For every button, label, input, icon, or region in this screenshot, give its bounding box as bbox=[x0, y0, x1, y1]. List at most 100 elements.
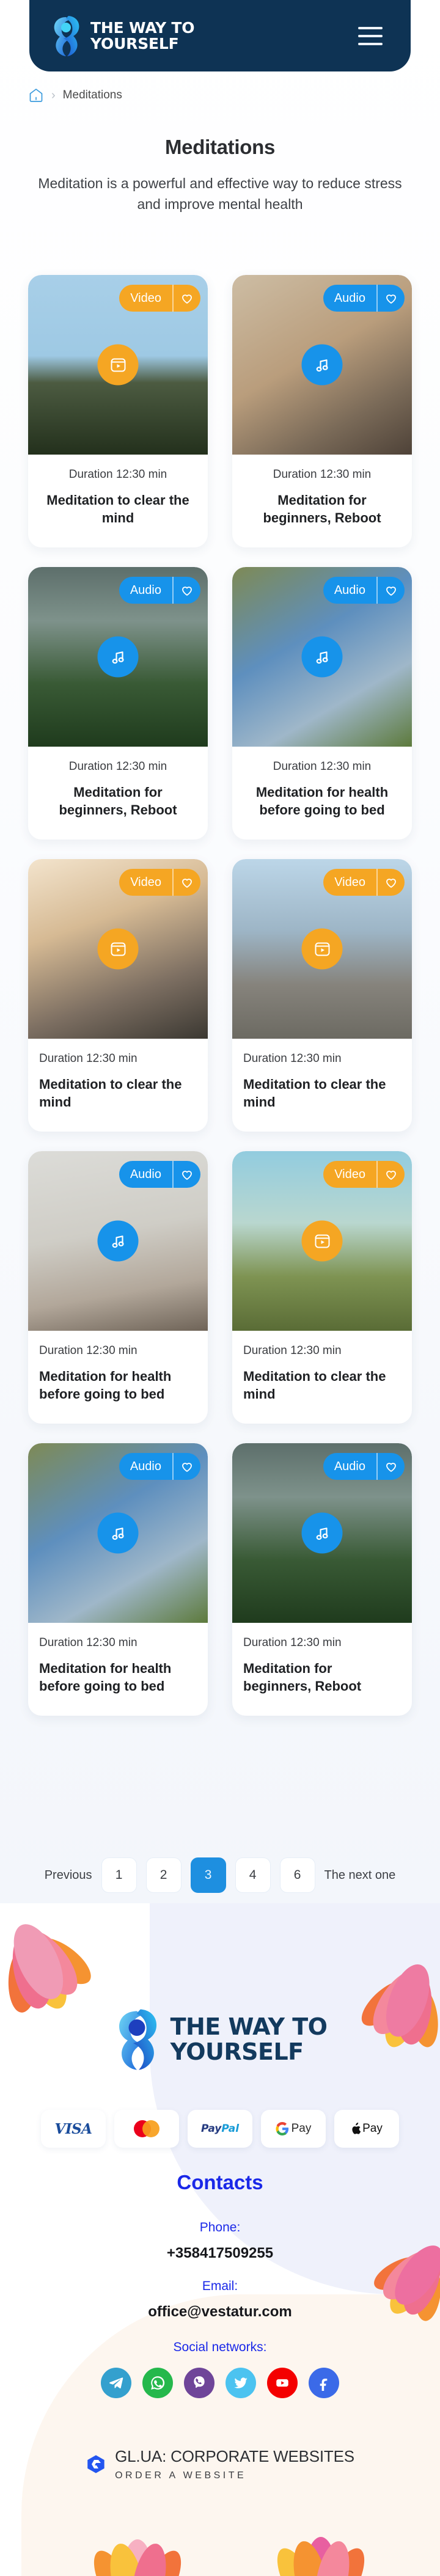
card-media[interactable]: Video bbox=[28, 275, 208, 455]
meditation-card[interactable]: Video Duration 12:30 min Meditation to cle… bbox=[232, 1151, 412, 1424]
footer-brand-line-2: YOURSELF bbox=[170, 2038, 304, 2065]
card-media[interactable]: Video bbox=[232, 859, 412, 1039]
video-play-icon[interactable] bbox=[301, 928, 343, 970]
page-title: Meditations bbox=[164, 136, 276, 158]
favorite-heart-icon[interactable] bbox=[172, 1161, 200, 1188]
pagination-page-1[interactable]: 1 bbox=[101, 1857, 137, 1893]
site-header: THE WAY TO YOURSELF bbox=[29, 0, 411, 71]
visa-icon: VISA bbox=[54, 2120, 92, 2137]
breadcrumb-separator-icon: › bbox=[51, 88, 56, 102]
favorite-heart-icon[interactable] bbox=[172, 1453, 200, 1480]
meditation-card[interactable]: Audio Duration 12:30 min Meditation for be… bbox=[28, 567, 208, 840]
video-play-icon[interactable] bbox=[301, 1220, 343, 1262]
pagination-next[interactable]: The next one bbox=[324, 1868, 396, 1883]
pagination-page-2[interactable]: 2 bbox=[145, 1857, 182, 1893]
telegram-icon[interactable] bbox=[101, 2368, 131, 2398]
viber-icon[interactable] bbox=[184, 2368, 215, 2398]
card-duration: Duration 12:30 min bbox=[273, 468, 372, 481]
favorite-heart-icon[interactable] bbox=[376, 1161, 405, 1188]
card-badge: Audio bbox=[323, 1453, 405, 1480]
card-badge-label: Video bbox=[323, 869, 376, 896]
music-note-icon[interactable] bbox=[97, 1512, 139, 1554]
credit-text: GL.UA: CORPORATE WEBSITES ORDER A WEBSIT… bbox=[115, 2447, 354, 2481]
meditation-card[interactable]: Video Duration 12:30 min Meditation to cle… bbox=[28, 275, 208, 547]
apple-icon bbox=[352, 2123, 361, 2134]
meditation-card[interactable]: Audio Duration 12:30 min Meditation for be… bbox=[232, 1443, 412, 1716]
video-play-icon[interactable] bbox=[97, 928, 139, 970]
music-note-icon[interactable] bbox=[301, 344, 343, 386]
card-badge-label: Audio bbox=[119, 1161, 172, 1188]
card-media[interactable]: Audio bbox=[232, 275, 412, 455]
breadcrumb-current: Meditations bbox=[62, 89, 122, 101]
card-badge-label: Audio bbox=[323, 1453, 376, 1480]
card-row: Audio Duration 12:30 min Meditation for he… bbox=[0, 1443, 440, 1716]
card-media[interactable]: Audio bbox=[28, 1443, 208, 1623]
site-credit[interactable]: GL.UA: CORPORATE WEBSITES ORDER A WEBSIT… bbox=[0, 2447, 440, 2481]
meditation-card[interactable]: Audio Duration 12:30 min Meditation for he… bbox=[28, 1443, 208, 1716]
music-note-icon[interactable] bbox=[301, 636, 343, 678]
card-badge: Video bbox=[323, 1161, 405, 1188]
card-body: Duration 12:30 min Meditation to clear th… bbox=[232, 1039, 412, 1132]
hamburger-icon[interactable] bbox=[358, 26, 383, 45]
email-value[interactable]: office@vestatur.com bbox=[0, 2303, 440, 2321]
card-media[interactable]: Audio bbox=[28, 567, 208, 747]
card-title: Meditation for beginners, Reboot bbox=[59, 785, 177, 818]
hamburger-bar-2 bbox=[358, 34, 383, 37]
payment-methods: VISA PayPal Pay Pay bbox=[0, 2110, 440, 2148]
hamburger-bar-1 bbox=[358, 26, 383, 29]
youtube-icon[interactable] bbox=[267, 2368, 298, 2398]
meditation-card[interactable]: Audio Duration 12:30 min Meditation for he… bbox=[232, 567, 412, 840]
card-media[interactable]: Video bbox=[232, 1151, 412, 1331]
gl-logo-icon bbox=[87, 2455, 105, 2473]
favorite-heart-icon[interactable] bbox=[376, 1453, 405, 1480]
brand-line-1: THE WAY TO bbox=[90, 18, 195, 37]
card-title: Meditation to clear the mind bbox=[46, 492, 189, 525]
favorite-heart-icon[interactable] bbox=[376, 869, 405, 896]
payment-applepay: Pay bbox=[334, 2110, 399, 2148]
card-body: Duration 12:30 min Meditation for beginne… bbox=[232, 455, 412, 547]
meditation-card[interactable]: Video Duration 12:30 min Meditation to cle… bbox=[28, 859, 208, 1132]
footer-logo[interactable]: THE WAY TO YOURSELF bbox=[0, 2007, 440, 2072]
favorite-heart-icon[interactable] bbox=[172, 577, 200, 604]
card-body: Duration 12:30 min Meditation for health … bbox=[28, 1331, 208, 1424]
card-body: Duration 12:30 min Meditation for beginne… bbox=[28, 747, 208, 840]
card-badge: Audio bbox=[323, 577, 405, 604]
video-play-icon[interactable] bbox=[97, 344, 139, 386]
pagination-page-6[interactable]: 6 bbox=[279, 1857, 315, 1893]
card-body: Duration 12:30 min Meditation to clear th… bbox=[232, 1331, 412, 1424]
favorite-heart-icon[interactable] bbox=[376, 285, 405, 312]
card-badge: Audio bbox=[323, 285, 405, 312]
page-subtitle: Meditation is a powerful and effective w… bbox=[38, 175, 402, 212]
card-media[interactable]: Video bbox=[28, 859, 208, 1039]
breadcrumb-home-link[interactable] bbox=[28, 87, 44, 103]
meditation-card[interactable]: Audio Duration 12:30 min Meditation for be… bbox=[232, 275, 412, 547]
twitter-icon[interactable] bbox=[226, 2368, 256, 2398]
whatsapp-icon[interactable] bbox=[142, 2368, 173, 2398]
meditation-card[interactable]: Video Duration 12:30 min Meditation to cle… bbox=[232, 859, 412, 1132]
music-note-icon[interactable] bbox=[97, 636, 139, 678]
card-duration: Duration 12:30 min bbox=[39, 1636, 138, 1649]
facebook-icon[interactable] bbox=[309, 2368, 339, 2398]
card-media[interactable]: Audio bbox=[232, 567, 412, 747]
footer-brand-name: THE WAY TO YOURSELF bbox=[170, 2014, 328, 2065]
card-title: Meditation to clear the mind bbox=[243, 1077, 386, 1110]
phone-value[interactable]: +358417509255 bbox=[0, 2245, 440, 2262]
meditation-card[interactable]: Audio Duration 12:30 min Meditation for he… bbox=[28, 1151, 208, 1424]
lotus-decoration-bottom-right bbox=[277, 2537, 365, 2576]
music-note-icon[interactable] bbox=[301, 1512, 343, 1554]
favorite-heart-icon[interactable] bbox=[172, 869, 200, 896]
pagination-page-3[interactable]: 3 bbox=[190, 1857, 226, 1893]
card-duration: Duration 12:30 min bbox=[243, 1052, 342, 1065]
music-note-icon[interactable] bbox=[97, 1220, 139, 1262]
phone-label: Phone: bbox=[199, 2220, 241, 2234]
favorite-heart-icon[interactable] bbox=[172, 285, 200, 312]
card-title: Meditation to clear the mind bbox=[39, 1077, 182, 1110]
pagination-page-4[interactable]: 4 bbox=[235, 1857, 271, 1893]
header-logo[interactable]: THE WAY TO YOURSELF bbox=[50, 15, 194, 57]
card-row: Video Duration 12:30 min Meditation to cle… bbox=[0, 859, 440, 1132]
favorite-heart-icon[interactable] bbox=[376, 577, 405, 604]
pagination-previous[interactable]: Previous bbox=[45, 1868, 92, 1883]
card-media[interactable]: Audio bbox=[28, 1151, 208, 1331]
card-badge-label: Audio bbox=[119, 1453, 172, 1480]
card-media[interactable]: Audio bbox=[232, 1443, 412, 1623]
